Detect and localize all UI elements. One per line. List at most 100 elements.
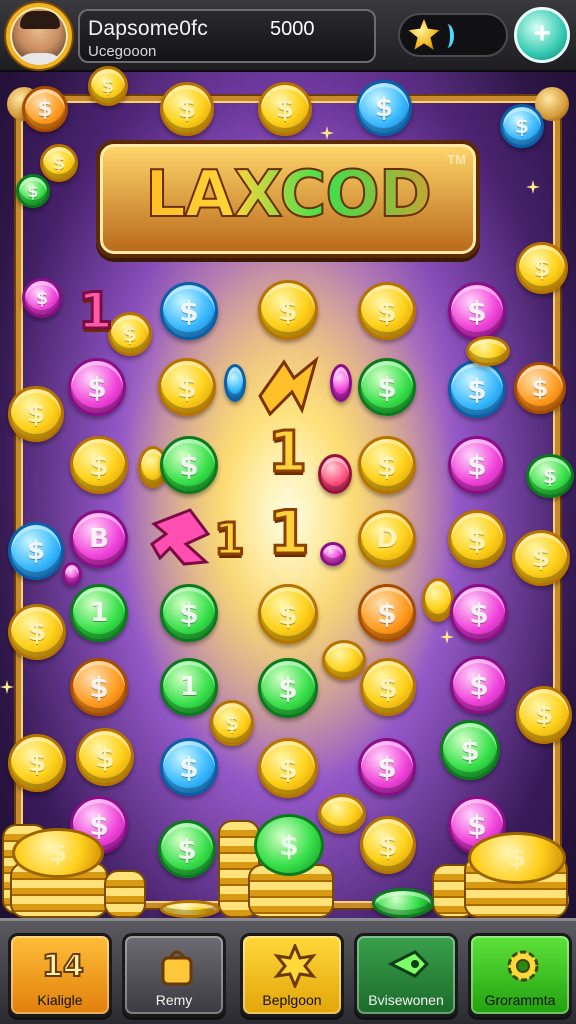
nav-label: Beplgoon xyxy=(262,992,322,1008)
coin[interactable]: $ xyxy=(22,86,68,132)
coin-1[interactable]: 1 xyxy=(70,584,128,642)
sparkle-icon xyxy=(0,680,14,694)
coin[interactable]: $ xyxy=(258,738,318,798)
coin[interactable]: $ xyxy=(358,358,416,416)
coin[interactable]: $ xyxy=(210,700,254,746)
coin[interactable]: $ xyxy=(516,686,572,744)
coin[interactable]: $ xyxy=(500,104,544,148)
star-gem-icon xyxy=(408,19,440,50)
nav-button-grorammta[interactable]: Grorammta xyxy=(468,933,572,1017)
nav-button-kialigle[interactable]: 14 Kialigle xyxy=(8,933,112,1017)
coin[interactable]: $ xyxy=(158,820,216,878)
coin[interactable]: $ xyxy=(8,522,64,580)
coin[interactable]: $ xyxy=(108,312,152,356)
coin[interactable]: $ xyxy=(512,530,570,586)
coin[interactable]: $ xyxy=(70,436,128,494)
x-arrow-icon xyxy=(150,508,211,566)
coin[interactable]: $ xyxy=(358,584,416,642)
coin[interactable]: $ xyxy=(160,584,218,642)
coin[interactable]: $ xyxy=(258,658,318,718)
ticket-icon xyxy=(387,944,431,988)
coin[interactable]: $ xyxy=(22,278,62,318)
nav-label: Kialigle xyxy=(37,992,83,1008)
coin[interactable]: $ xyxy=(358,738,416,796)
coin[interactable]: $ xyxy=(160,82,214,136)
coin[interactable]: $ xyxy=(70,658,128,716)
coin[interactable]: $ xyxy=(88,66,128,106)
player-subtitle: Ucegooon xyxy=(88,43,157,60)
coin[interactable]: $ xyxy=(160,282,218,340)
coin[interactable]: $ xyxy=(254,814,324,876)
nav-button-beplgoon[interactable]: Beplgoon xyxy=(240,933,344,1017)
coin[interactable]: $ xyxy=(76,728,134,786)
coin[interactable]: $ xyxy=(526,454,574,498)
coin[interactable]: $ xyxy=(258,584,318,644)
avatar-hair xyxy=(20,11,60,29)
player-avatar[interactable] xyxy=(6,3,72,69)
lightning-arrow-icon xyxy=(258,356,319,417)
coin[interactable]: $ xyxy=(360,658,416,716)
coin[interactable]: $ xyxy=(450,656,508,714)
bottom-nav: 14 Kialigle Remy Beplgoon Bvisewonen Gro… xyxy=(0,918,576,1024)
number-badge-icon: 14 xyxy=(41,948,85,985)
coin[interactable] xyxy=(372,888,434,918)
coin-stack xyxy=(104,870,146,918)
coin[interactable]: $ xyxy=(160,436,218,494)
coin[interactable]: $ xyxy=(8,734,66,792)
coin[interactable] xyxy=(160,900,220,918)
coin[interactable] xyxy=(62,562,82,586)
gem-balance[interactable] xyxy=(398,13,508,57)
coin[interactable]: $ xyxy=(468,832,566,884)
number-glyph: 1 xyxy=(77,281,115,342)
coin[interactable]: $ xyxy=(448,282,506,340)
coin[interactable] xyxy=(466,336,510,366)
player-name: Dapsome0fc xyxy=(88,17,208,40)
nav-button-remy[interactable]: Remy xyxy=(122,933,226,1017)
coin[interactable]: $ xyxy=(516,242,568,294)
profile-panel: Dapsome0fc Ucegooon 5000 xyxy=(78,9,376,63)
nav-label: Grorammta xyxy=(484,992,556,1008)
coin[interactable]: $ xyxy=(8,604,66,660)
crescent-icon xyxy=(440,24,454,48)
coin[interactable]: $ xyxy=(360,816,416,874)
add-currency-button[interactable]: + xyxy=(514,7,570,63)
number-glyph: 1 xyxy=(267,497,312,570)
coin[interactable]: $ xyxy=(8,386,64,442)
coin[interactable] xyxy=(318,454,352,494)
coin[interactable]: $ xyxy=(448,510,506,568)
coin-b[interactable]: B xyxy=(70,510,128,568)
coin[interactable]: $ xyxy=(40,144,78,182)
logo-title: LAXCOD xyxy=(100,157,476,233)
coin[interactable]: $ xyxy=(448,436,506,494)
coin[interactable] xyxy=(320,542,346,566)
coin[interactable] xyxy=(330,364,352,402)
top-bar: Dapsome0fc Ucegooon 5000 + xyxy=(0,0,576,72)
coin[interactable] xyxy=(318,794,366,834)
coin-d[interactable]: D xyxy=(358,510,416,568)
coin[interactable]: $ xyxy=(258,82,312,136)
coin[interactable] xyxy=(224,364,246,402)
coin-1[interactable]: 1 xyxy=(160,658,218,716)
coin[interactable]: $ xyxy=(440,720,500,780)
coin[interactable]: $ xyxy=(12,828,104,878)
coin[interactable]: $ xyxy=(16,174,50,208)
coin[interactable]: $ xyxy=(258,280,318,340)
nav-label: Remy xyxy=(155,992,193,1008)
coin[interactable]: $ xyxy=(158,358,216,416)
coin[interactable]: $ xyxy=(358,282,416,340)
number-glyph: 1 xyxy=(213,513,247,567)
coin[interactable]: $ xyxy=(160,738,218,796)
coin[interactable]: $ xyxy=(358,436,416,494)
coin[interactable]: $ xyxy=(68,358,126,416)
coin[interactable]: $ xyxy=(450,584,508,642)
game-logo: LAXCOD TM xyxy=(96,140,480,258)
avatar-shirt xyxy=(14,53,66,65)
score-value: 5000 xyxy=(270,18,315,40)
coin[interactable] xyxy=(322,640,366,680)
coin[interactable]: $ xyxy=(514,362,566,414)
nav-label: Bvisewonen xyxy=(368,992,444,1008)
coin[interactable]: $ xyxy=(356,80,412,136)
coin[interactable]: $ xyxy=(448,360,506,418)
nav-button-bvisewonen[interactable]: Bvisewonen xyxy=(354,933,458,1017)
gear-icon xyxy=(501,944,545,988)
